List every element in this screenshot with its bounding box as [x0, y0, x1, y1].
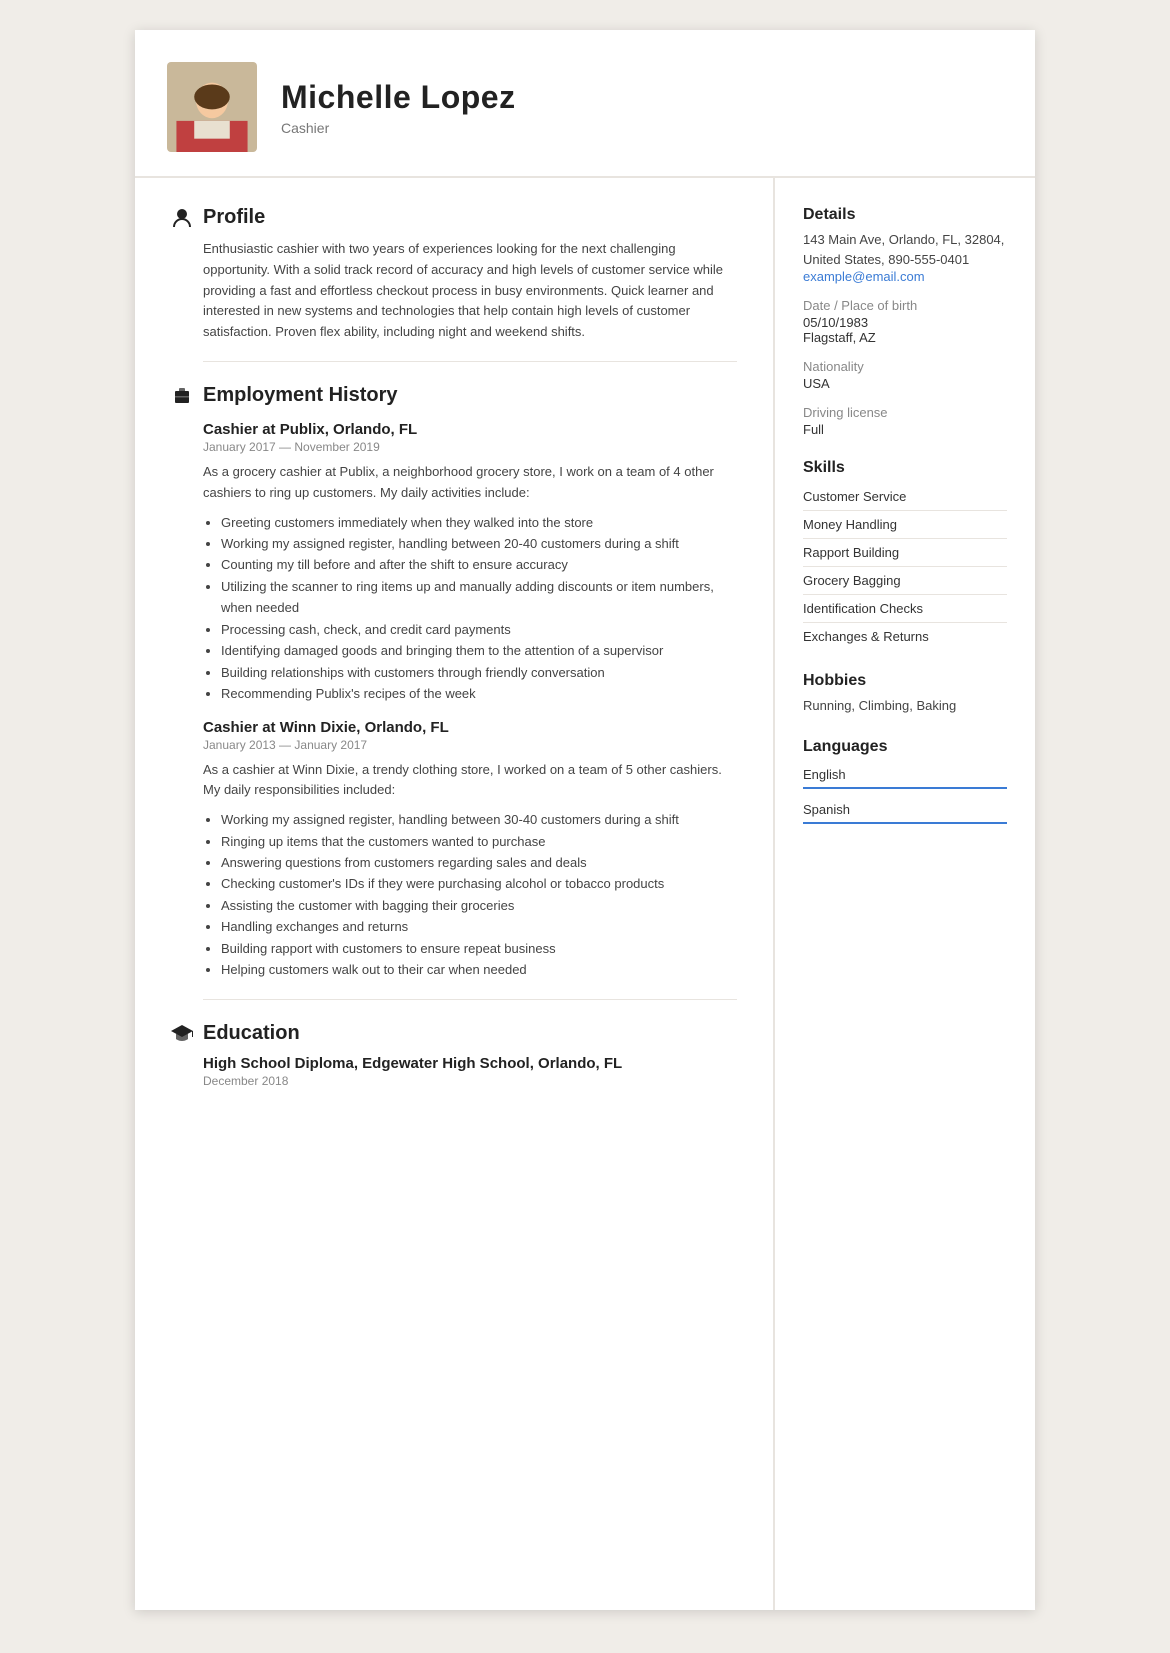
- main-content: Profile Enthusiastic cashier with two ye…: [135, 178, 775, 1610]
- employment-icon: [171, 384, 193, 406]
- candidate-name: Michelle Lopez: [281, 79, 516, 116]
- list-item: Answering questions from customers regar…: [221, 852, 737, 873]
- job-1-title: Cashier at Publix, Orlando, FL: [203, 421, 737, 438]
- skill-item: Grocery Bagging: [803, 567, 1007, 595]
- education-1: High School Diploma, Edgewater High Scho…: [171, 1055, 737, 1088]
- avatar: [167, 62, 257, 152]
- list-item: Building rapport with customers to ensur…: [221, 938, 737, 959]
- hobbies-label: Hobbies: [803, 672, 1007, 690]
- job-2: Cashier at Winn Dixie, Orlando, FL Janua…: [171, 719, 737, 981]
- job-title-header: Cashier: [281, 120, 516, 136]
- list-item: Identifying damaged goods and bringing t…: [221, 640, 737, 661]
- education-section-title: Education: [171, 1022, 737, 1045]
- list-item: Assisting the customer with bagging thei…: [221, 895, 737, 916]
- sidebar-driving: Full: [803, 422, 1007, 437]
- job-1-dates: January 2017 — November 2019: [203, 440, 737, 454]
- edu-1-date: December 2018: [203, 1074, 737, 1088]
- divider-2: [203, 999, 737, 1000]
- list-item: Checking customer's IDs if they were pur…: [221, 873, 737, 894]
- driving-label: Driving license: [803, 405, 1007, 420]
- divider-1: [203, 361, 737, 362]
- skill-item: Money Handling: [803, 511, 1007, 539]
- profile-icon: [171, 207, 193, 229]
- skill-item: Identification Checks: [803, 595, 1007, 623]
- details-label: Details: [803, 206, 1007, 224]
- dob-label: Date / Place of birth: [803, 298, 1007, 313]
- job-1-desc: As a grocery cashier at Publix, a neighb…: [203, 462, 737, 504]
- list-item: Working my assigned register, handling b…: [221, 809, 737, 830]
- resume-container: Michelle Lopez Cashier Profile Enthusias…: [135, 30, 1035, 1610]
- language-item: Spanish: [803, 797, 1007, 824]
- job-2-bullets: Working my assigned register, handling b…: [221, 809, 737, 981]
- languages-label: Languages: [803, 738, 1007, 756]
- sidebar-dob: 05/10/1983: [803, 315, 1007, 330]
- job-2-dates: January 2013 — January 2017: [203, 738, 737, 752]
- list-item: Helping customers walk out to their car …: [221, 959, 737, 980]
- skill-item: Customer Service: [803, 483, 1007, 511]
- nationality-label: Nationality: [803, 359, 1007, 374]
- profile-text: Enthusiastic cashier with two years of e…: [203, 239, 737, 343]
- sidebar: Details 143 Main Ave, Orlando, FL, 32804…: [775, 178, 1035, 1610]
- skill-item: Exchanges & Returns: [803, 623, 1007, 650]
- header-info: Michelle Lopez Cashier: [281, 79, 516, 136]
- job-1-bullets: Greeting customers immediately when they…: [221, 512, 737, 705]
- skills-label: Skills: [803, 459, 1007, 477]
- list-item: Greeting customers immediately when they…: [221, 512, 737, 533]
- sidebar-nationality: USA: [803, 376, 1007, 391]
- list-item: Ringing up items that the customers want…: [221, 831, 737, 852]
- skills-list: Customer Service Money Handling Rapport …: [803, 483, 1007, 650]
- list-item: Building relationships with customers th…: [221, 662, 737, 683]
- languages-list: English Spanish: [803, 762, 1007, 824]
- profile-section-title: Profile: [171, 206, 737, 229]
- sidebar-hobbies: Running, Climbing, Baking: [803, 696, 1007, 716]
- edu-1-degree: High School Diploma, Edgewater High Scho…: [203, 1055, 737, 1072]
- skill-item: Rapport Building: [803, 539, 1007, 567]
- body: Profile Enthusiastic cashier with two ye…: [135, 178, 1035, 1610]
- job-1: Cashier at Publix, Orlando, FL January 2…: [171, 421, 737, 705]
- list-item: Handling exchanges and returns: [221, 916, 737, 937]
- employment-section-title: Employment History: [171, 384, 737, 407]
- education-icon: [171, 1022, 193, 1044]
- job-2-title: Cashier at Winn Dixie, Orlando, FL: [203, 719, 737, 736]
- list-item: Processing cash, check, and credit card …: [221, 619, 737, 640]
- language-item: English: [803, 762, 1007, 789]
- job-2-desc: As a cashier at Winn Dixie, a trendy clo…: [203, 760, 737, 802]
- list-item: Counting my till before and after the sh…: [221, 554, 737, 575]
- list-item: Working my assigned register, handling b…: [221, 533, 737, 554]
- sidebar-place-of-birth: Flagstaff, AZ: [803, 330, 1007, 345]
- list-item: Utilizing the scanner to ring items up a…: [221, 576, 737, 619]
- list-item: Recommending Publix's recipes of the wee…: [221, 683, 737, 704]
- sidebar-address: 143 Main Ave, Orlando, FL, 32804, United…: [803, 230, 1007, 269]
- header: Michelle Lopez Cashier: [135, 30, 1035, 178]
- sidebar-email: example@email.com: [803, 269, 1007, 284]
